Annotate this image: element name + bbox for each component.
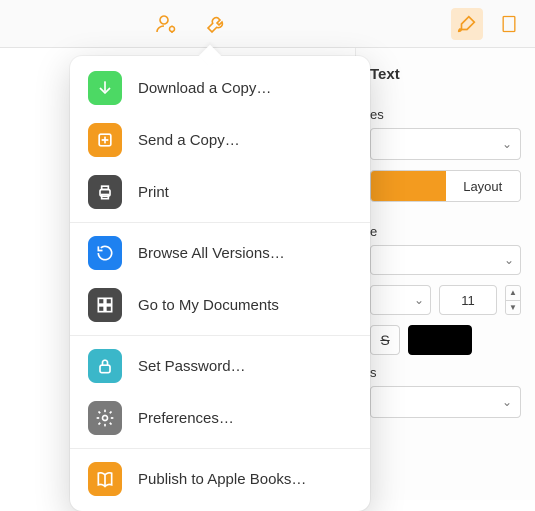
toolbar bbox=[0, 0, 535, 48]
lock-icon bbox=[88, 349, 122, 383]
menu-item-label: Send a Copy… bbox=[138, 132, 240, 149]
menu-item-print[interactable]: Print bbox=[70, 166, 370, 218]
chevron-down-icon: ⌄ bbox=[502, 137, 512, 151]
section-label-font: e bbox=[370, 224, 521, 239]
chevron-down-icon: ⌄ bbox=[414, 293, 424, 307]
menu-item-label: Publish to Apple Books… bbox=[138, 471, 306, 488]
send-copy-icon bbox=[88, 123, 122, 157]
chevron-down-icon: ⌄ bbox=[502, 395, 512, 409]
section-label-s: s bbox=[370, 365, 521, 380]
menu-divider bbox=[70, 222, 370, 223]
menu-item-label: Download a Copy… bbox=[138, 80, 271, 97]
menu-item-preferences[interactable]: Preferences… bbox=[70, 392, 370, 444]
format-button[interactable] bbox=[451, 8, 483, 40]
menu-divider bbox=[70, 335, 370, 336]
inspector-panel: Text es ⌄ Layout e ⌄ ⌄ 11 ▲ ▼ S s ⌄ bbox=[355, 48, 535, 500]
menu-item-browse-versions[interactable]: Browse All Versions… bbox=[70, 227, 370, 279]
seg-layout[interactable]: Layout bbox=[446, 171, 521, 201]
stepper-down[interactable]: ▼ bbox=[506, 301, 520, 315]
gear-icon bbox=[88, 401, 122, 435]
menu-item-label: Browse All Versions… bbox=[138, 245, 285, 262]
tools-menu: Download a Copy… Send a Copy… Print Brow… bbox=[70, 56, 370, 511]
layout-segmented-control: Layout bbox=[370, 170, 521, 202]
documents-grid-icon bbox=[88, 288, 122, 322]
font-weight-select[interactable]: ⌄ bbox=[370, 285, 431, 315]
section-label-styles: es bbox=[370, 107, 521, 122]
wrench-icon bbox=[204, 12, 228, 36]
versions-icon bbox=[88, 236, 122, 270]
document-settings-button[interactable] bbox=[493, 8, 525, 40]
download-icon bbox=[88, 71, 122, 105]
print-icon bbox=[88, 175, 122, 209]
menu-item-my-documents[interactable]: Go to My Documents bbox=[70, 279, 370, 331]
tools-button[interactable] bbox=[200, 8, 232, 40]
chevron-down-icon: ⌄ bbox=[504, 253, 514, 267]
collaborate-button[interactable] bbox=[150, 8, 182, 40]
misc-select[interactable]: ⌄ bbox=[370, 386, 521, 418]
menu-item-publish-apple-books[interactable]: Publish to Apple Books… bbox=[70, 453, 370, 505]
font-size-field[interactable]: 11 bbox=[439, 285, 497, 315]
inspector-tab-text[interactable]: Text bbox=[370, 66, 521, 83]
collaborate-icon bbox=[154, 12, 178, 36]
seg-style[interactable] bbox=[371, 171, 446, 201]
menu-item-label: Print bbox=[138, 184, 169, 201]
brush-icon bbox=[456, 13, 478, 35]
text-color-well[interactable] bbox=[408, 325, 472, 355]
menu-item-download-copy[interactable]: Download a Copy… bbox=[70, 62, 370, 114]
document-icon bbox=[499, 13, 519, 35]
menu-item-label: Go to My Documents bbox=[138, 297, 279, 314]
menu-item-label: Preferences… bbox=[138, 410, 234, 427]
book-icon bbox=[88, 462, 122, 496]
font-family-select[interactable]: ⌄ bbox=[370, 245, 521, 275]
menu-item-send-copy[interactable]: Send a Copy… bbox=[70, 114, 370, 166]
menu-item-set-password[interactable]: Set Password… bbox=[70, 340, 370, 392]
strikethrough-button[interactable]: S bbox=[370, 325, 400, 355]
menu-divider bbox=[70, 448, 370, 449]
stepper-up[interactable]: ▲ bbox=[506, 286, 520, 301]
menu-item-label: Set Password… bbox=[138, 358, 246, 375]
font-size-stepper[interactable]: ▲ ▼ bbox=[505, 285, 521, 315]
paragraph-style-select[interactable]: ⌄ bbox=[370, 128, 521, 160]
